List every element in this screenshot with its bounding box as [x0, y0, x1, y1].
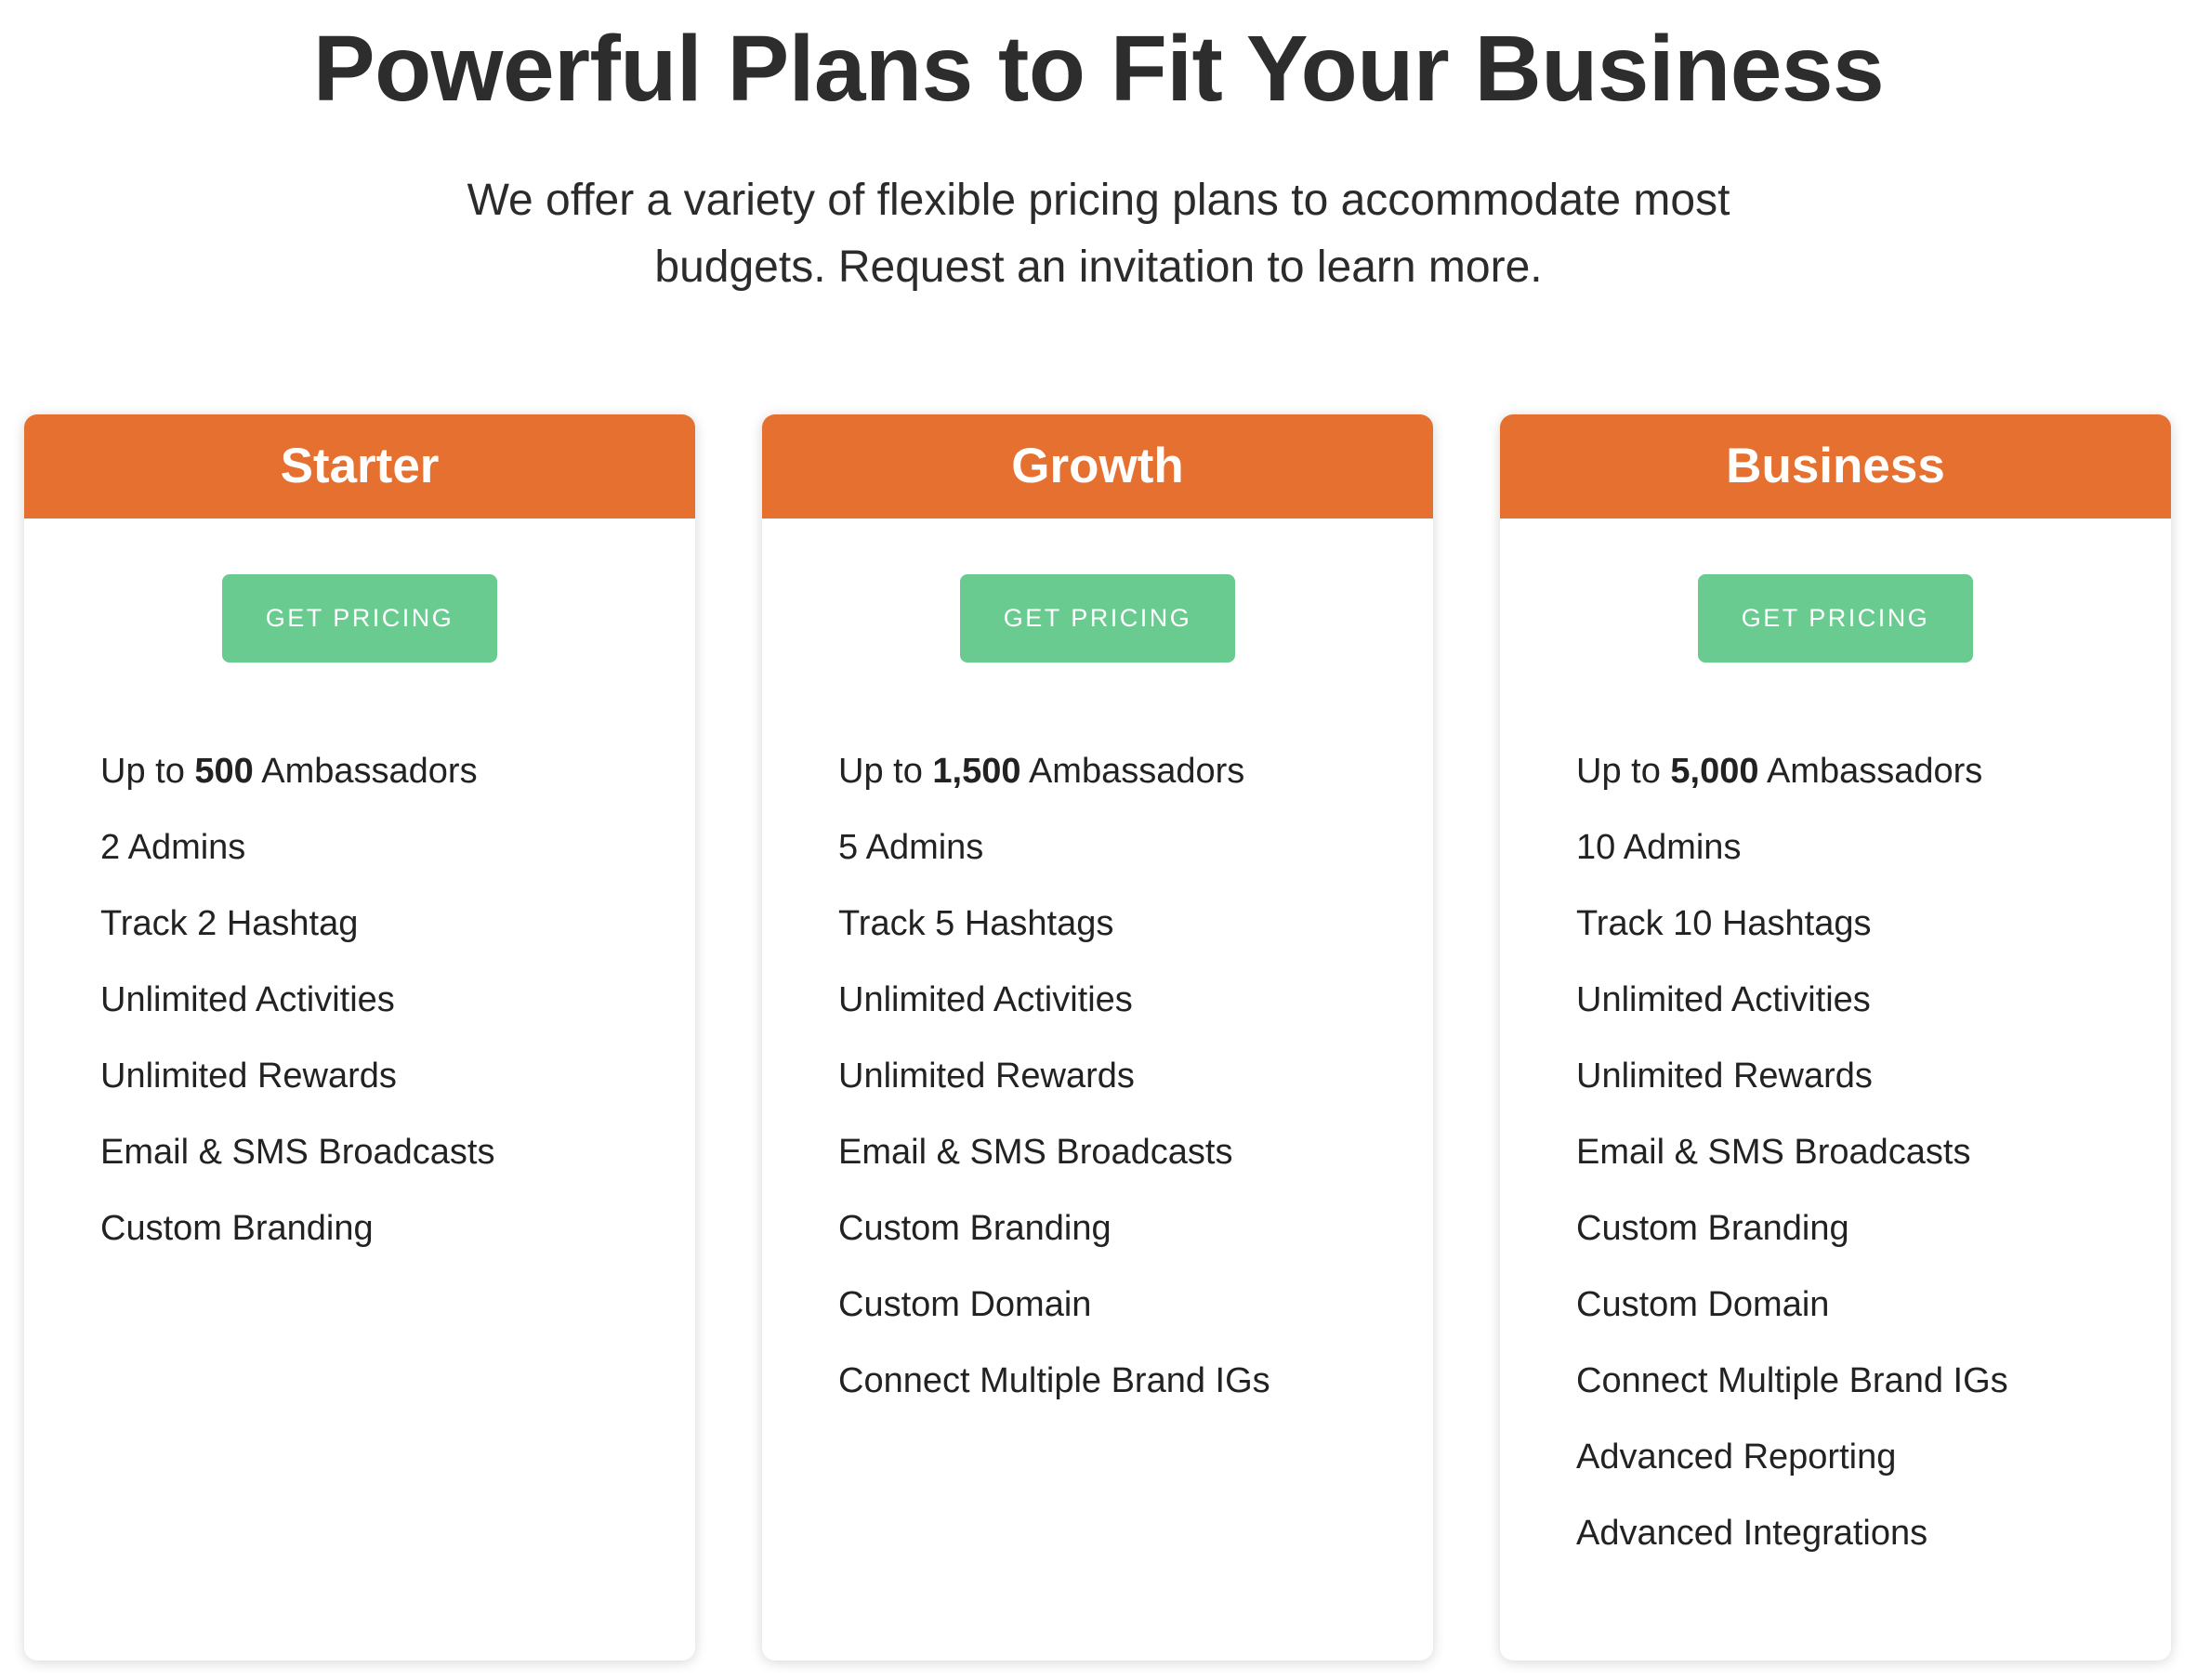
get-pricing-button[interactable]: GET PRICING: [222, 574, 497, 663]
feature-item: Email & SMS Broadcasts: [1576, 1133, 1971, 1172]
feature-item: Connect Multiple Brand IGs: [838, 1361, 1270, 1400]
feature-item: 5 Admins: [838, 828, 984, 867]
feature-item: Custom Domain: [838, 1285, 1092, 1324]
ambassadors-count: 5,000: [1670, 752, 1759, 791]
feature-item: Track 10 Hashtags: [1576, 904, 1872, 943]
plan-name: Business: [1500, 414, 2171, 518]
feature-item: Email & SMS Broadcasts: [838, 1133, 1233, 1172]
feature-item: Unlimited Activities: [838, 980, 1133, 1019]
ambassadors-suffix: Ambassadors: [253, 752, 478, 791]
feature-item: Unlimited Activities: [100, 980, 395, 1019]
plan-card-starter: Starter GET PRICING Up to 500 Ambassador…: [24, 414, 695, 1660]
feature-item-ambassadors: Up to 5,000 Ambassadors: [1576, 733, 2008, 809]
plan-card-business: Business GET PRICING Up to 5,000 Ambassa…: [1500, 414, 2171, 1660]
feature-item: Custom Branding: [838, 1209, 1112, 1248]
plan-name: Starter: [24, 414, 695, 518]
feature-item: Unlimited Rewards: [100, 1057, 397, 1096]
ambassadors-count: 1,500: [932, 752, 1021, 791]
ambassadors-count: 500: [194, 752, 254, 791]
feature-item: Track 2 Hashtag: [100, 904, 359, 943]
plan-card-growth: Growth GET PRICING Up to 1,500 Ambassado…: [762, 414, 1433, 1660]
feature-item: Advanced Integrations: [1576, 1514, 1928, 1553]
ambassadors-prefix: Up to: [1576, 752, 1671, 791]
ambassadors-prefix: Up to: [838, 752, 933, 791]
ambassadors-suffix: Ambassadors: [1020, 752, 1245, 791]
feature-item: Custom Branding: [1576, 1209, 1849, 1248]
feature-item: 10 Admins: [1576, 828, 1742, 867]
ambassadors-suffix: Ambassadors: [1758, 752, 1983, 791]
feature-item: Unlimited Activities: [1576, 980, 1871, 1019]
page-subtitle: We offer a variety of flexible pricing p…: [467, 176, 1730, 292]
plan-name: Growth: [762, 414, 1433, 518]
feature-item: Track 5 Hashtags: [838, 904, 1114, 943]
feature-item-ambassadors: Up to 1,500 Ambassadors: [838, 733, 1270, 809]
feature-item: Email & SMS Broadcasts: [100, 1133, 495, 1172]
feature-list: Up to 1,500 Ambassadors 5 Admins Track 5…: [838, 733, 1270, 1419]
page-title: Powerful Plans to Fit Your Business: [312, 17, 1885, 121]
feature-item: Unlimited Rewards: [1576, 1057, 1873, 1096]
feature-list: Up to 500 Ambassadors 2 Admins Track 2 H…: [100, 733, 494, 1267]
feature-item: Unlimited Rewards: [838, 1057, 1135, 1096]
feature-item: Connect Multiple Brand IGs: [1576, 1361, 2008, 1400]
get-pricing-button[interactable]: GET PRICING: [1698, 574, 1973, 663]
feature-item: Custom Domain: [1576, 1285, 1830, 1324]
ambassadors-prefix: Up to: [100, 752, 195, 791]
get-pricing-button[interactable]: GET PRICING: [960, 574, 1235, 663]
feature-item-ambassadors: Up to 500 Ambassadors: [100, 733, 494, 809]
feature-item: Advanced Reporting: [1576, 1437, 1897, 1477]
feature-item: 2 Admins: [100, 828, 246, 867]
feature-list: Up to 5,000 Ambassadors 10 Admins Track …: [1576, 733, 2008, 1571]
feature-item: Custom Branding: [100, 1209, 374, 1248]
